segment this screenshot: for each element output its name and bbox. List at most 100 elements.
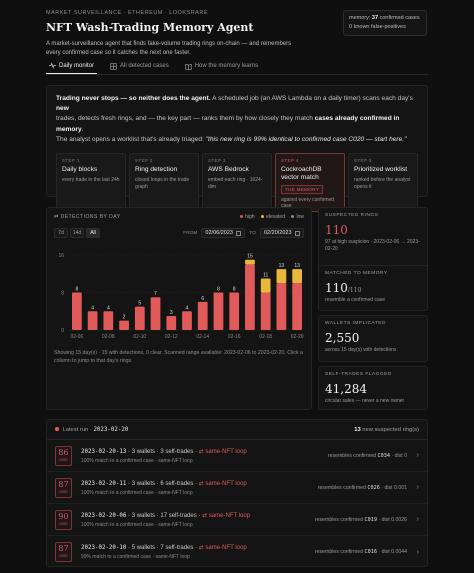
bar-elevated[interactable] — [260, 278, 271, 293]
run-title: 2023-02-20-11 · 3 wallets · 6 self-trade… — [81, 480, 247, 487]
step-subtitle: every trade in the last 24h — [62, 177, 120, 183]
bar-high[interactable] — [134, 306, 145, 330]
run-row[interactable]: 87 HIGH 2023-02-20-10 · 5 wallets · 7 se… — [47, 536, 427, 568]
tab-daily-monitor[interactable]: Daily monitor — [46, 58, 98, 74]
bar-high[interactable] — [229, 292, 240, 331]
bar-high[interactable] — [197, 301, 208, 330]
chart-legend: high elevated low — [239, 214, 304, 220]
range-7d-button[interactable]: 7d — [54, 228, 68, 238]
stat-sub: resemble a confirmed case — [325, 297, 386, 303]
chart-title: ⇄ DETECTIONS BY DAY — [54, 214, 121, 220]
score-badge: 87 HIGH — [55, 477, 72, 498]
bar-value-label: 7 — [154, 291, 157, 297]
x-tick-label: 02-12 — [165, 334, 178, 340]
x-tick-label: 02-08 — [102, 334, 115, 340]
bar-value-label: 3 — [170, 310, 173, 316]
step-card: STEP 5 Prioritized worklist ranked befor… — [348, 153, 418, 213]
step-title: Prioritized worklist — [354, 166, 408, 174]
status-dot — [55, 427, 59, 431]
step-card: STEP 3 AWS Bedrock embed each ring · 102… — [202, 153, 272, 213]
false-positive-line: 0 known false-positives — [349, 24, 406, 31]
bar-value-label: 8 — [75, 287, 78, 293]
stat-suspected-rings: SUSPECTED RINGS 110 97 at high suspicion… — [318, 207, 428, 271]
score-badge: 87 HIGH — [55, 542, 72, 562]
bar-value-label: 5 — [138, 301, 141, 307]
stat-value: 110/110 — [325, 281, 362, 295]
tab-label: Daily monitor — [59, 62, 95, 69]
stat-value: 2,550 — [325, 331, 360, 345]
bar-high[interactable] — [103, 311, 114, 330]
bar-value-label: 8 — [217, 287, 220, 293]
stat-self-trades: SELF-TRADES FLAGGED 41,284 circular sale… — [318, 366, 428, 410]
stat-matched-memory: MATCHED TO MEMORY 110/110 resemble a con… — [318, 265, 428, 311]
step-title: CockroachDB vector match — [281, 166, 322, 181]
bar-high[interactable] — [292, 283, 303, 330]
bar-value-label: 13 — [279, 263, 285, 269]
stat-wallets-implicated: WALLETS IMPLICATED 2,550 across 15 day(s… — [318, 315, 428, 362]
stat-label: MATCHED TO MEMORY — [325, 271, 388, 276]
range-all-button[interactable]: All — [86, 228, 100, 238]
intro-panel: Trading never stops — so neither does th… — [46, 85, 428, 213]
tab-label: All detected cases — [120, 63, 169, 69]
run-resemblance: resembles confirmed C034 · dist 0 — [327, 452, 407, 459]
step-title: Daily blocks — [62, 166, 98, 174]
bar-elevated[interactable] — [245, 259, 255, 265]
step-card-memory: STEP 4 CockroachDB vector match THE MEMO… — [275, 153, 345, 213]
step-card: STEP 1 Daily blocks every trade in the l… — [56, 153, 126, 213]
detections-bar-chart: 0 8 16 8 02-06 4 4 02-08 2 5 02-10 7 3 02-12 4 6 02-14 8 8… — [58, 253, 305, 340]
x-tick-label: 02-20 — [291, 334, 304, 340]
step-number: STEP 5 — [354, 158, 372, 164]
chart-icon: ⇄ — [54, 214, 61, 220]
bar-value-label: 11 — [263, 272, 268, 278]
step-number: STEP 4 — [281, 158, 299, 164]
step-subtitle: closed loops in the trade graph — [135, 177, 190, 190]
chevron-right-icon: › — [416, 484, 419, 491]
bar-high[interactable] — [71, 292, 82, 331]
x-tick-label: 02-10 — [133, 334, 146, 340]
run-resemblance: resembles confirmed C026 · dist 0.001 — [317, 484, 407, 491]
bar-high[interactable] — [87, 311, 98, 330]
memory-count-line: memory: 37 confirmed cases — [349, 15, 420, 21]
pulse-icon — [49, 62, 56, 69]
legend-high: high — [239, 214, 255, 220]
bar-high[interactable] — [119, 320, 129, 330]
page-description: A market-surveillance agent that finds f… — [46, 41, 292, 56]
date-range: FROM 02/06/2023 TO 02/20/2023 — [183, 228, 304, 238]
bar-elevated[interactable] — [276, 269, 287, 284]
run-title: 2023-02-20-10 · 5 wallets · 7 self-trade… — [81, 545, 247, 551]
run-row[interactable]: 87 HIGH 2023-02-20-11 · 3 wallets · 6 se… — [47, 472, 427, 504]
bar-high[interactable] — [213, 292, 224, 331]
bar-value-label: 4 — [107, 305, 110, 311]
bar-elevated[interactable] — [292, 269, 303, 284]
range-14d-button[interactable]: 14d — [70, 228, 84, 238]
stat-label: SUSPECTED RINGS — [325, 213, 379, 218]
to-date-input[interactable]: 02/20/2023 — [260, 228, 304, 238]
bar-high[interactable] — [260, 292, 271, 331]
run-resemblance: resembles confirmed C019 · dist 0.0026 — [314, 516, 407, 523]
run-subtitle: 100% match to a confirmed case · same-NF… — [81, 489, 193, 496]
from-date-input[interactable]: 02/06/2023 — [201, 228, 246, 238]
intro-text: Trading never stops — so neither does th… — [56, 95, 413, 143]
bar-high[interactable] — [182, 311, 192, 330]
bar-high[interactable] — [150, 297, 161, 330]
memory-summary-box: memory: 37 confirmed cases 0 known false… — [343, 10, 427, 36]
grid-icon — [110, 62, 117, 70]
bar-high[interactable] — [245, 264, 255, 330]
bar-high[interactable] — [166, 315, 177, 330]
score-badge: 90 HIGH — [55, 509, 72, 530]
run-row[interactable]: 86 HIGH 2023-02-20-13 · 3 wallets · 3 se… — [47, 440, 427, 472]
book-icon — [185, 63, 192, 70]
run-subtitle: 100% match to a confirmed case · same-NF… — [81, 457, 193, 464]
chevron-right-icon: › — [416, 452, 419, 459]
bar-high[interactable] — [276, 283, 287, 330]
bar-value-label: 4 — [186, 305, 189, 311]
run-title: 2023-02-20-13 · 3 wallets · 3 self-trade… — [81, 448, 247, 455]
step-title: AWS Bedrock — [208, 166, 249, 174]
run-row[interactable]: 90 HIGH 2023-02-20-06 · 3 wallets · 17 s… — [47, 504, 427, 536]
y-tick-label: 16 — [58, 253, 64, 259]
bar-value-label: 13 — [294, 263, 300, 269]
run-title: 2023-02-20-06 · 3 wallets · 17 self-trad… — [81, 512, 251, 519]
latest-run-label: Latest run · 2023-02-20 — [55, 427, 128, 433]
tab-how-memory-learns[interactable]: How the memory learns — [182, 58, 261, 74]
tab-all-detected-cases[interactable]: All detected cases — [107, 58, 172, 74]
